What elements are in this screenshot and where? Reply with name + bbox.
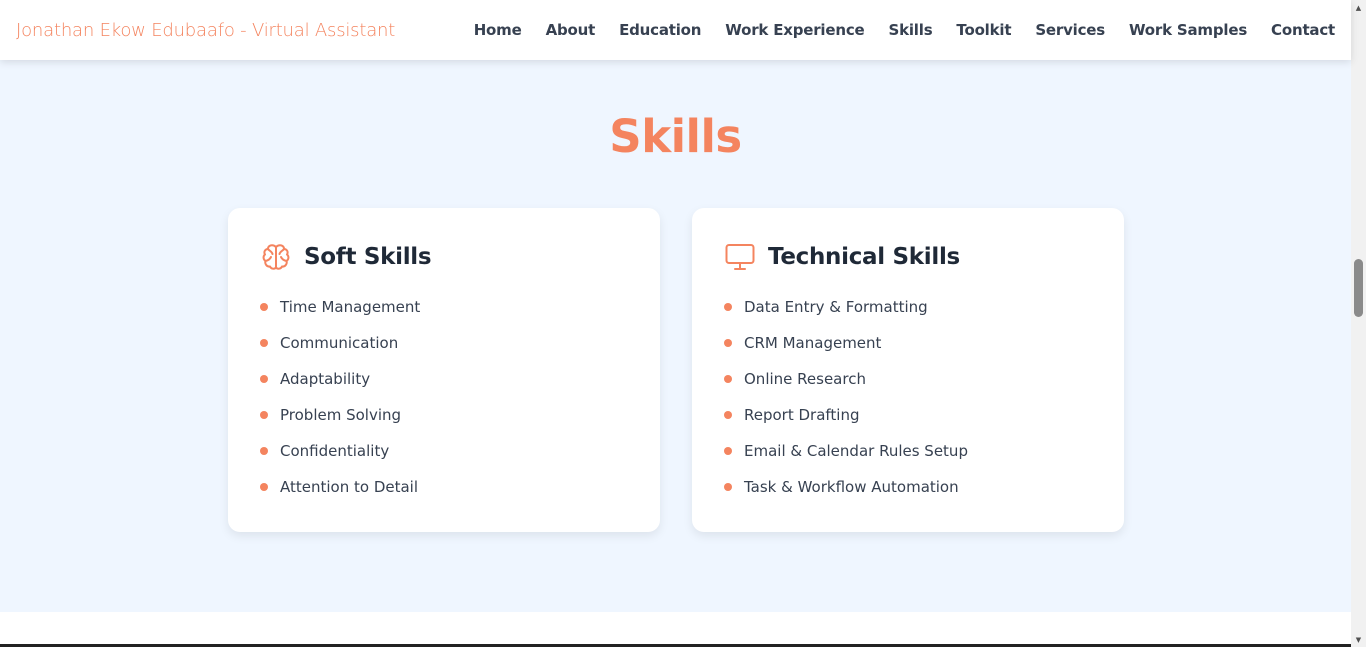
brain-icon: [260, 241, 292, 273]
skill-label: Adaptability: [280, 370, 371, 388]
skills-section: Skills Soft Skills Time Management Commu…: [0, 60, 1351, 612]
nav-link-toolkit[interactable]: Toolkit: [956, 21, 1011, 39]
bullet-dot: [724, 339, 732, 347]
technical-skills-card: Technical Skills Data Entry & Formatting…: [692, 208, 1124, 532]
list-item: Problem Solving: [260, 397, 628, 433]
nav-link-services[interactable]: Services: [1035, 21, 1105, 39]
skill-label: Email & Calendar Rules Setup: [744, 442, 968, 460]
scroll-up-arrow-icon[interactable]: ▲: [1351, 0, 1366, 15]
skill-label: Communication: [280, 334, 399, 352]
bullet-dot: [260, 447, 268, 455]
list-item: CRM Management: [724, 325, 1092, 361]
bullet-dot: [260, 483, 268, 491]
nav-link-work-samples[interactable]: Work Samples: [1129, 21, 1247, 39]
list-item: Communication: [260, 325, 628, 361]
skill-label: Attention to Detail: [280, 478, 419, 496]
nav-link-home[interactable]: Home: [474, 21, 522, 39]
nav-link-education[interactable]: Education: [619, 21, 701, 39]
bullet-dot: [724, 447, 732, 455]
skill-label: Report Drafting: [744, 406, 860, 424]
scrollbar-thumb[interactable]: [1354, 259, 1363, 317]
list-item: Data Entry & Formatting: [724, 289, 1092, 325]
next-section: [0, 612, 1351, 647]
nav-link-work-experience[interactable]: Work Experience: [725, 21, 864, 39]
bullet-dot: [260, 303, 268, 311]
list-item: Attention to Detail: [260, 469, 628, 505]
bullet-dot: [724, 411, 732, 419]
nav-links: Home About Education Work Experience Ski…: [474, 21, 1335, 39]
bullet-dot: [724, 303, 732, 311]
list-item: Confidentiality: [260, 433, 628, 469]
bullet-dot: [260, 375, 268, 383]
list-item: Report Drafting: [724, 397, 1092, 433]
technical-skills-list: Data Entry & Formatting CRM Management O…: [724, 289, 1092, 505]
bullet-dot: [260, 339, 268, 347]
card-header: Technical Skills: [724, 240, 1092, 274]
card-title: Soft Skills: [304, 244, 432, 270]
list-item: Adaptability: [260, 361, 628, 397]
nav-link-contact[interactable]: Contact: [1271, 21, 1335, 39]
list-item: Email & Calendar Rules Setup: [724, 433, 1092, 469]
bullet-dot: [260, 411, 268, 419]
list-item: Online Research: [724, 361, 1092, 397]
skill-label: CRM Management: [744, 334, 882, 352]
nav-link-about[interactable]: About: [546, 21, 596, 39]
skill-label: Problem Solving: [280, 406, 402, 424]
section-title: Skills: [609, 110, 742, 163]
scroll-down-arrow-icon[interactable]: ▼: [1351, 632, 1366, 647]
skill-label: Data Entry & Formatting: [744, 298, 928, 316]
bullet-dot: [724, 483, 732, 491]
card-header: Soft Skills: [260, 240, 628, 274]
list-item: Time Management: [260, 289, 628, 325]
card-title: Technical Skills: [768, 244, 960, 270]
bullet-dot: [724, 375, 732, 383]
list-item: Task & Workflow Automation: [724, 469, 1092, 505]
skill-label: Online Research: [744, 370, 866, 388]
skill-label: Time Management: [280, 298, 421, 316]
brand-link[interactable]: Jonathan Ekow Edubaafo - Virtual Assista…: [16, 20, 395, 41]
nav-link-skills[interactable]: Skills: [888, 21, 932, 39]
skill-label: Confidentiality: [280, 442, 390, 460]
soft-skills-list: Time Management Communication Adaptabili…: [260, 289, 628, 505]
soft-skills-card: Soft Skills Time Management Communicatio…: [228, 208, 660, 532]
page-scrollbar[interactable]: ▲ ▼: [1351, 0, 1366, 647]
top-navbar: Jonathan Ekow Edubaafo - Virtual Assista…: [0, 0, 1351, 60]
monitor-icon: [724, 241, 756, 273]
skill-label: Task & Workflow Automation: [744, 478, 959, 496]
